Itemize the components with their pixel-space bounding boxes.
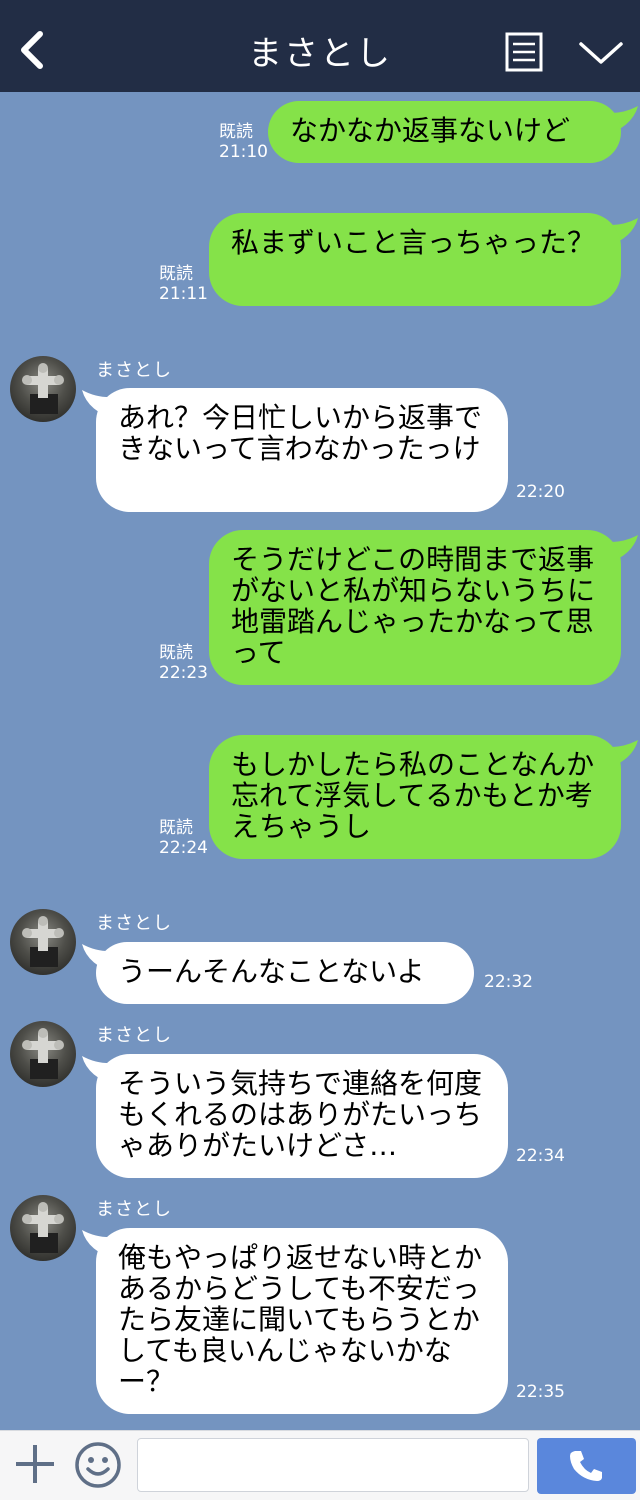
- read-label: 既読: [159, 818, 193, 838]
- sent-message-bubble[interactable]: なかなか返事ないけど: [268, 101, 621, 163]
- received-message-bubble[interactable]: 俺もやっぱり返せない時とかあるからどうしても不安だったら友達に聞いてもらうとかし…: [96, 1228, 508, 1414]
- message-time: 21:10: [219, 142, 268, 162]
- sender-name: まさとし: [96, 1199, 172, 1220]
- message-time: 21:11: [159, 284, 208, 304]
- message-time: 22:35: [516, 1382, 565, 1402]
- sent-message-bubble[interactable]: もしかしたら私のことなんか忘れて浮気してるかもとか考えちゃうし: [209, 735, 621, 859]
- message-time: 22:24: [159, 838, 208, 858]
- chat-title: まさとし: [248, 34, 392, 74]
- received-message-bubble[interactable]: そういう気持ちで連絡を何度もくれるのはありがたいっちゃありがたいけどさ…: [96, 1054, 508, 1178]
- message-composer: [0, 1430, 640, 1500]
- message-time: 22:34: [516, 1146, 565, 1166]
- read-label: 既読: [159, 643, 193, 663]
- document-list-icon[interactable]: [505, 32, 543, 72]
- message-input[interactable]: [137, 1438, 529, 1492]
- read-label: 既読: [219, 122, 253, 142]
- read-status: 既読 22:23: [159, 643, 208, 683]
- avatar[interactable]: [10, 909, 76, 975]
- message-time: 22:20: [516, 482, 565, 502]
- chat-header: まさとし: [0, 0, 640, 92]
- sent-message-bubble[interactable]: 私まずいこと言っちゃった？: [209, 213, 621, 306]
- phone-icon: [570, 1451, 602, 1481]
- chevron-down-icon[interactable]: [578, 40, 624, 66]
- read-status: 既読 22:24: [159, 818, 208, 858]
- smiley-icon[interactable]: [74, 1441, 122, 1489]
- call-button[interactable]: [537, 1438, 636, 1494]
- read-status: 既読 21:10: [219, 122, 268, 162]
- sender-name: まさとし: [96, 1025, 172, 1046]
- message-time: 22:23: [159, 663, 208, 683]
- sent-message-bubble[interactable]: そうだけどこの時間まで返事がないと私が知らないうちに地雷踏んじゃったかなって思っ…: [209, 530, 621, 685]
- avatar[interactable]: [10, 1021, 76, 1087]
- read-label: 既読: [159, 264, 193, 284]
- received-message-bubble[interactable]: うーんそんなことないよ: [96, 942, 474, 1004]
- message-list[interactable]: 既読 21:10 なかなか返事ないけど 既読 21:11 私まずいこと言っちゃっ…: [0, 92, 640, 1430]
- received-message-bubble[interactable]: あれ？今日忙しいから返事できないって言わなかったっけ: [96, 388, 508, 512]
- avatar[interactable]: [10, 356, 76, 422]
- sender-name: まさとし: [96, 913, 172, 934]
- plus-icon[interactable]: [12, 1441, 58, 1487]
- avatar[interactable]: [10, 1195, 76, 1261]
- read-status: 既読 21:11: [159, 264, 208, 304]
- sender-name: まさとし: [96, 360, 172, 381]
- message-time: 22:32: [484, 972, 533, 992]
